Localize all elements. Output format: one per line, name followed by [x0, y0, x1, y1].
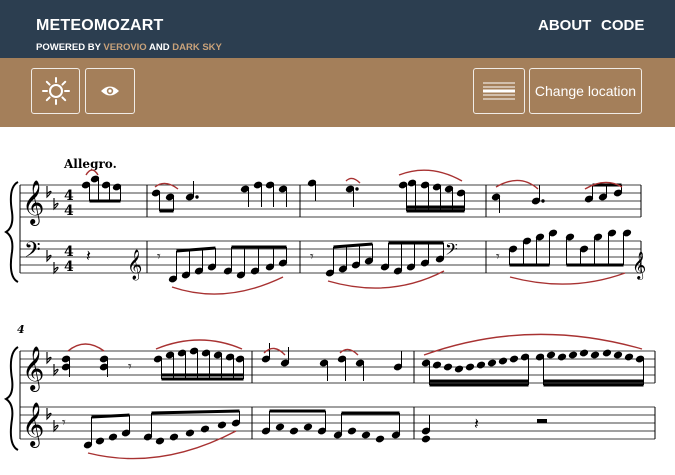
nav-code[interactable]: CODE — [601, 17, 644, 34]
flat-icon — [53, 419, 59, 432]
measure-number: 4 — [17, 323, 25, 336]
lower-notes-m7: 𝄽 — [420, 414, 547, 444]
change-location-button[interactable]: Change location — [529, 68, 642, 114]
time-sig-num: 4 — [64, 188, 74, 204]
flat-icon — [53, 363, 59, 376]
bass-staff-1 — [20, 240, 641, 274]
treble-notes-m1 — [80, 174, 123, 203]
bass-clef: 𝄢 — [24, 238, 41, 268]
weather-button[interactable] — [31, 68, 80, 114]
sun-icon — [41, 77, 70, 105]
treble-notes-m3 — [306, 178, 467, 213]
treble-clef: 𝄞 — [22, 402, 44, 448]
change-location-label: Change location — [534, 83, 637, 99]
verovio-link[interactable]: VEROVIO — [103, 42, 146, 53]
quarter-rest: 𝄽 — [474, 414, 479, 433]
treble-clef: 𝄞 — [22, 346, 44, 392]
bass-clef-change: 𝄢 — [445, 239, 458, 263]
quarter-rest: 𝄽 — [86, 246, 91, 265]
flat-icon — [53, 261, 59, 274]
powered-by-and: AND — [149, 42, 170, 53]
eye-icon — [101, 86, 119, 96]
bass-notes-m4 — [507, 228, 633, 267]
app-title[interactable]: METEOMOZART — [36, 17, 164, 35]
flat-icon — [46, 185, 52, 198]
brace-1 — [4, 181, 19, 283]
treble-clef: 𝄞 — [22, 180, 44, 226]
flat-icon — [46, 351, 52, 364]
half-rest — [537, 419, 547, 423]
toolbar: Change location — [0, 58, 675, 127]
top-navbar: METEOMOZART POWERED BY VEROVIO AND DARK … — [0, 0, 675, 58]
layout-button[interactable] — [473, 68, 525, 114]
tempo-marking: Allegro. — [63, 157, 117, 171]
slurs-2 — [67, 333, 643, 460]
lower-notes-m5 — [82, 409, 242, 450]
flat-icon — [53, 197, 59, 210]
system-1: 𝄞 𝄢 𝄞 𝄢 𝄞 4 4 4 4 𝄽 𝄾 𝄾 𝄾 — [4, 169, 646, 295]
time-sig-den: 4 — [64, 203, 74, 219]
barlines-1 — [19, 185, 642, 273]
flat-icon — [46, 407, 52, 420]
powered-by-line: POWERED BY VEROVIO AND DARK SKY — [36, 42, 222, 53]
view-button[interactable] — [85, 68, 135, 114]
flat-icon — [46, 249, 52, 262]
barlines-2 — [19, 351, 656, 439]
brace-2 — [3, 346, 19, 451]
powered-by-prefix: POWERED BY — [36, 42, 101, 53]
eighth-rest: 𝄾 — [496, 249, 500, 265]
lower-notes-m6 — [260, 409, 402, 444]
staff-layout-icon — [483, 82, 515, 100]
eighth-rest: 𝄾 — [62, 415, 66, 431]
bass-notes-m3 — [324, 241, 446, 278]
treble-notes-m5: 𝄾 — [60, 346, 246, 381]
eighth-rest: 𝄾 — [157, 249, 161, 265]
eighth-rest: 𝄾 — [128, 359, 132, 375]
music-score: Allegro. 𝄞 𝄢 𝄞 𝄢 𝄞 4 4 4 4 𝄽 𝄾 𝄾 𝄾 4 𝄞 𝄞… — [0, 127, 675, 470]
eighth-rest: 𝄾 — [310, 249, 314, 265]
nav-about[interactable]: ABOUT — [538, 17, 591, 34]
treble-clef-change: 𝄞 — [127, 249, 142, 281]
time-sig-den: 4 — [64, 259, 74, 275]
dark-sky-link[interactable]: DARK SKY — [172, 42, 222, 53]
system-2: 𝄞 𝄞 𝄾 𝄾 𝄽 — [3, 333, 656, 460]
treble-clef-change: 𝄞 — [632, 251, 646, 280]
time-sig-num: 4 — [64, 244, 74, 260]
